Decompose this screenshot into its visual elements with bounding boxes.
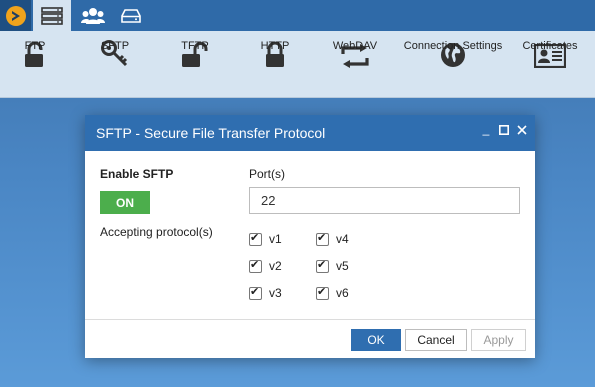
protocol-label: v1 — [269, 232, 282, 246]
close-icon — [517, 125, 527, 135]
ok-button[interactable]: OK — [351, 329, 401, 351]
accepting-protocols-label: Accepting protocol(s) — [100, 225, 213, 239]
users-icon — [81, 7, 105, 24]
ribbon-label-http: HTTP — [260, 40, 290, 52]
protocol-checkbox-v1[interactable]: v1 — [249, 231, 282, 246]
ribbon-label-sftp: SFTP — [100, 40, 130, 52]
checkbox-checked-icon — [249, 258, 262, 273]
protocol-checkbox-v6[interactable]: v6 — [316, 285, 349, 300]
close-button[interactable] — [515, 124, 529, 138]
maximize-button[interactable] — [497, 124, 511, 138]
protocol-checkbox-v3[interactable]: v3 — [249, 285, 282, 300]
protocol-label: v6 — [336, 286, 349, 300]
protocol-checkbox-v4[interactable]: v4 — [316, 231, 349, 246]
ribbon-item-http[interactable]: HTTP — [250, 31, 300, 97]
dialog-title-bar[interactable]: SFTP - Secure File Transfer Protocol _ — [85, 115, 535, 151]
ribbon-item-tftp[interactable]: TFTP — [170, 31, 220, 97]
ribbon-label-webdav: WebDAV — [332, 40, 378, 52]
protocol-checkbox-v2[interactable]: v2 — [249, 258, 282, 273]
ribbon-item-ftp[interactable]: FTP — [10, 31, 60, 97]
protocol-label: v3 — [269, 286, 282, 300]
maximize-icon — [499, 125, 509, 135]
tab-drive[interactable] — [112, 0, 150, 31]
protocol-ribbon: FTP SFTP TFTP HTTP WebDAV Connection Set… — [0, 31, 595, 98]
dialog-footer-divider — [85, 319, 535, 320]
enable-sftp-toggle[interactable]: ON — [100, 191, 150, 214]
protocol-label: v5 — [336, 259, 349, 273]
checkbox-checked-icon — [249, 231, 262, 246]
ribbon-label-tftp: TFTP — [181, 40, 209, 52]
apply-button[interactable]: Apply — [471, 329, 526, 351]
tab-users[interactable] — [74, 0, 112, 31]
ribbon-label-certificates: Certificates — [522, 40, 578, 52]
checkbox-checked-icon — [316, 231, 329, 246]
app-logo-icon — [5, 5, 26, 26]
ribbon-item-sftp[interactable]: SFTP — [90, 31, 140, 97]
ribbon-item-webdav[interactable]: WebDAV — [325, 31, 385, 97]
minimize-button[interactable]: _ — [479, 122, 493, 136]
ribbon-item-connection-settings[interactable]: Connection Settings — [402, 31, 504, 97]
protocol-label: v4 — [336, 232, 349, 246]
drive-icon — [121, 8, 141, 23]
ribbon-label-connection-settings: Connection Settings — [403, 40, 503, 52]
app-logo-button[interactable] — [0, 0, 31, 31]
protocol-label: v2 — [269, 259, 282, 273]
checkbox-checked-icon — [316, 285, 329, 300]
port-input[interactable] — [249, 187, 520, 214]
top-tab-bar — [0, 0, 595, 31]
protocol-checkbox-v5[interactable]: v5 — [316, 258, 349, 273]
sftp-dialog: SFTP - Secure File Transfer Protocol _ E… — [85, 115, 535, 358]
ribbon-item-certificates[interactable]: Certificates — [520, 31, 580, 97]
enable-sftp-label: Enable SFTP — [100, 167, 174, 181]
dialog-title: SFTP - Secure File Transfer Protocol — [96, 125, 326, 141]
checkbox-checked-icon — [316, 258, 329, 273]
server-icon — [41, 6, 63, 25]
ribbon-label-ftp: FTP — [24, 40, 46, 52]
cancel-button[interactable]: Cancel — [405, 329, 467, 351]
tab-server[interactable] — [33, 0, 71, 31]
checkbox-checked-icon — [249, 285, 262, 300]
port-label: Port(s) — [249, 167, 285, 181]
